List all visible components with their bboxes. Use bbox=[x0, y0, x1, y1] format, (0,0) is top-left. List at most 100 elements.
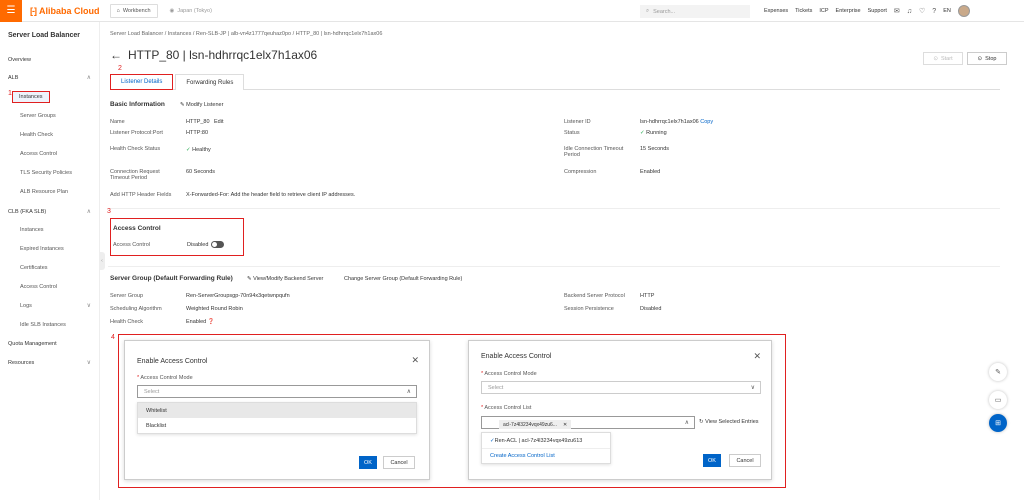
health-check-label: Health Check bbox=[110, 319, 144, 325]
scheduling-label: Scheduling Algorithm bbox=[110, 306, 162, 312]
mode-select[interactable]: Select ∨ bbox=[481, 381, 761, 394]
sidebar-collapse-handle[interactable]: ‹ bbox=[99, 252, 105, 270]
view-modify-backend-link[interactable]: ✎ View/Modify Backend Server bbox=[247, 276, 323, 282]
sidebar-item-certificates[interactable]: Certificates bbox=[20, 265, 48, 271]
health-status-label: Health Check Status bbox=[110, 146, 161, 152]
help-icon[interactable]: ? bbox=[932, 8, 936, 15]
idle-timeout-label: Idle Connection Timeout Period bbox=[564, 146, 624, 158]
sidebar-item-alb-instances[interactable]: Instances bbox=[12, 91, 50, 103]
sidebar-group-alb[interactable]: ALB bbox=[8, 75, 18, 81]
message-icon[interactable]: ▭ bbox=[989, 391, 1007, 409]
session-persistence-value: Disabled bbox=[640, 306, 662, 312]
avatar[interactable] bbox=[957, 5, 970, 17]
nav-expenses[interactable]: Expenses bbox=[764, 8, 788, 14]
close-icon[interactable]: ✕ bbox=[753, 351, 761, 362]
protocol-value: HTTP:80 bbox=[186, 130, 209, 136]
server-group-value[interactable]: Ren-ServerGroupsgp-70n94x3qetwnpqufn bbox=[186, 293, 290, 299]
nav-enterprise[interactable]: Enterprise bbox=[836, 8, 861, 14]
create-acl-link[interactable]: Create Access Control List bbox=[482, 448, 610, 463]
sidebar-item-logs[interactable]: Logs bbox=[20, 303, 32, 309]
breadcrumb[interactable]: Server Load Balancer / Instances / Ren-S… bbox=[110, 31, 382, 37]
sidebar-item-access-control[interactable]: Access Control bbox=[20, 151, 57, 157]
divider bbox=[108, 208, 1000, 209]
nav-support[interactable]: Support bbox=[868, 8, 887, 14]
timeout-value: 60 Seconds bbox=[186, 169, 216, 175]
sidebar-item-overview[interactable]: Overview bbox=[8, 57, 31, 63]
mode-select[interactable]: Select ∧ bbox=[137, 385, 417, 398]
tab-forwarding-rules[interactable]: Forwarding Rules bbox=[175, 74, 245, 90]
cancel-button[interactable]: Cancel bbox=[729, 454, 761, 467]
view-selected-entries-link[interactable]: ↻ View Selected Entries bbox=[699, 419, 759, 425]
server-group-label: Server Group bbox=[110, 293, 144, 299]
acl-list-select[interactable]: acl-7z4l3234vqx49zu6... ✕ ∧ bbox=[481, 416, 695, 429]
option-whitelist[interactable]: Whitelist bbox=[138, 403, 416, 418]
page-title: ← HTTP_80 | lsn-hdhrrqc1elx7h1ax06 bbox=[110, 48, 318, 62]
sidebar-item-tls-policies[interactable]: TLS Security Policies bbox=[20, 170, 72, 176]
location-icon: ◉ bbox=[169, 7, 175, 14]
listener-id-label: Listener ID bbox=[564, 119, 591, 125]
access-control-section: Access Control Access Control Disabled bbox=[110, 218, 244, 256]
sidebar-item-clb-access-control[interactable]: Access Control bbox=[20, 284, 57, 290]
edit-feedback-icon[interactable]: ✎ bbox=[989, 363, 1007, 381]
sidebar-item-idle-slb[interactable]: Idle SLB Instances bbox=[20, 322, 66, 328]
modify-listener-link[interactable]: ✎ Modify Listener bbox=[180, 102, 223, 108]
sidebar-item-clb-instances[interactable]: Instances bbox=[20, 227, 44, 233]
nav-tickets[interactable]: Tickets bbox=[795, 8, 812, 14]
compression-value: Enabled bbox=[640, 169, 661, 175]
status-value: ✓ Running bbox=[640, 130, 667, 136]
sidebar-item-expired-instances[interactable]: Expired Instances bbox=[20, 246, 64, 252]
chevron-down-icon[interactable]: ∨ bbox=[87, 302, 91, 309]
acl-tag: acl-7z4l3234vqx49zu6... ✕ bbox=[499, 420, 572, 429]
sidebar-item-quota[interactable]: Quota Management bbox=[8, 341, 57, 347]
menu-icon[interactable]: ☰ bbox=[0, 0, 22, 22]
help-icon[interactable]: ❓ bbox=[208, 319, 215, 325]
stop-button[interactable]: ⊙ Stop bbox=[967, 52, 1007, 65]
chevron-up-icon[interactable]: ∧ bbox=[87, 208, 91, 215]
nav-icp[interactable]: ICP bbox=[819, 8, 828, 14]
apps-icon[interactable]: ⊞ bbox=[989, 414, 1007, 432]
basic-info-title: Basic Information bbox=[110, 101, 165, 108]
sidebar-item-server-groups[interactable]: Server Groups bbox=[20, 113, 56, 119]
annotation-2: 2 bbox=[118, 65, 122, 72]
sidebar-item-health-check[interactable]: Health Check bbox=[20, 132, 53, 138]
timeout-label: Connection Request Timeout Period bbox=[110, 169, 160, 181]
ok-button[interactable]: OK bbox=[703, 454, 721, 467]
name-label: Name bbox=[110, 119, 125, 125]
access-control-label: Access Control bbox=[113, 242, 150, 248]
header-fields-label: Add HTTP Header Fields bbox=[110, 192, 172, 198]
annotation-4: 4 bbox=[111, 334, 115, 341]
option-blacklist[interactable]: Blacklist bbox=[138, 418, 416, 433]
sidebar-group-resources[interactable]: Resources bbox=[8, 360, 34, 366]
ok-button[interactable]: OK bbox=[359, 456, 377, 469]
chevron-up-icon[interactable]: ∧ bbox=[87, 74, 91, 81]
language-selector[interactable]: EN bbox=[943, 8, 951, 14]
bell-icon[interactable]: ♫ bbox=[907, 8, 912, 15]
sidebar-group-clb[interactable]: CLB (FKA SLB) bbox=[8, 209, 46, 215]
close-icon[interactable]: ✕ bbox=[411, 355, 419, 366]
cart-icon[interactable]: ♡ bbox=[919, 7, 925, 15]
alibaba-cloud-logo[interactable]: [-] Alibaba Cloud bbox=[30, 6, 100, 16]
change-server-group-link[interactable]: Change Server Group (Default Forwarding … bbox=[344, 276, 462, 282]
mail-icon[interactable]: ✉ bbox=[894, 7, 900, 15]
start-button[interactable]: ⊙ Start bbox=[923, 52, 963, 65]
region-selector[interactable]: ◉ Japan (Tokyo) bbox=[170, 8, 212, 14]
sidebar-item-alb-resource-plan[interactable]: ALB Resource Plan bbox=[20, 189, 68, 195]
copy-link[interactable]: Copy bbox=[700, 119, 713, 125]
enable-access-control-dialog-right: Enable Access Control ✕ * Access Control… bbox=[468, 340, 772, 480]
back-arrow-icon[interactable]: ← bbox=[110, 48, 122, 62]
mode-dropdown: Whitelist Blacklist bbox=[137, 402, 417, 434]
acl-option[interactable]: ✓ Ren-ACL | acl-7z4l3234vqx49zu613 bbox=[482, 433, 610, 448]
tab-listener-details[interactable]: Listener Details bbox=[110, 74, 174, 90]
home-icon: ⌂ bbox=[116, 7, 120, 14]
dialog-title: Enable Access Control bbox=[137, 358, 208, 365]
chevron-down-icon[interactable]: ∨ bbox=[87, 359, 91, 366]
search-input[interactable]: ⌕ Search... bbox=[640, 5, 750, 18]
mode-label: * Access Control Mode bbox=[481, 371, 537, 377]
access-control-toggle[interactable] bbox=[211, 241, 225, 248]
close-icon[interactable]: ✕ bbox=[563, 422, 567, 428]
sidebar: Server Load Balancer Overview ALB ∧ 1 In… bbox=[0, 22, 100, 500]
health-check-value: Enabled ❓ bbox=[186, 319, 215, 325]
workbench-button[interactable]: ⌂ Workbench bbox=[109, 3, 158, 18]
edit-name-link[interactable]: Edit bbox=[214, 119, 223, 125]
cancel-button[interactable]: Cancel bbox=[383, 456, 415, 469]
